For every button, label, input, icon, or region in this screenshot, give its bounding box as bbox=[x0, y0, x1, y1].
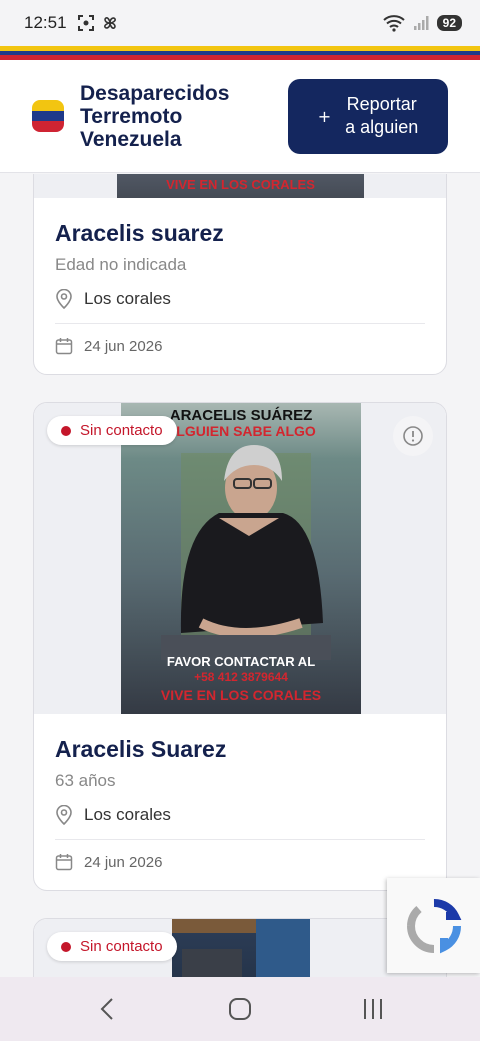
person-photo: ARACELIS SUÁREZ ALGUIEN SABE ALGO FAVOR … bbox=[121, 403, 361, 714]
pinwheel-icon bbox=[103, 17, 116, 29]
status-dot bbox=[61, 425, 71, 436]
person-date: 24 jun 2026 bbox=[55, 337, 425, 355]
date-label: 24 jun 2026 bbox=[84, 337, 163, 355]
recents-icon bbox=[364, 999, 383, 1019]
person-card[interactable]: Sin contacto bbox=[33, 918, 447, 977]
wifi-icon bbox=[382, 15, 405, 32]
status-badge: Sin contacto bbox=[47, 932, 177, 961]
poster-lives-text: VIVE EN LOS CORALES bbox=[166, 177, 315, 192]
status-badge: Sin contacto bbox=[47, 416, 177, 445]
poster-contact: FAVOR CONTACTAR AL bbox=[166, 654, 316, 669]
home-button[interactable] bbox=[210, 987, 270, 1031]
system-nav-bar bbox=[0, 977, 480, 1041]
person-photo bbox=[172, 919, 310, 977]
person-location: Los corales bbox=[55, 289, 425, 324]
report-someone-button[interactable]: + Reportar a alguien bbox=[288, 78, 448, 154]
status-dot bbox=[61, 941, 71, 952]
recaptcha-icon bbox=[406, 898, 461, 953]
poster-lives-text: VIVE EN LOS CORALES bbox=[160, 687, 322, 703]
recaptcha-badge[interactable] bbox=[387, 878, 480, 973]
alert-circle-icon bbox=[403, 426, 423, 446]
venezuela-flag-icon bbox=[32, 100, 64, 132]
calendar-icon bbox=[55, 338, 73, 355]
back-icon bbox=[100, 998, 113, 1020]
poster-phone: +58 412 3879644 bbox=[194, 670, 288, 684]
person-date: 24 jun 2026 bbox=[55, 853, 425, 871]
status-badge-label: Sin contacto bbox=[80, 938, 163, 955]
person-photo: VIVE EN LOS CORALES bbox=[117, 174, 364, 198]
date-label: 24 jun 2026 bbox=[84, 853, 163, 871]
battery-icon: 92 bbox=[436, 15, 462, 31]
person-name: Aracelis Suarez bbox=[55, 736, 227, 762]
recents-button[interactable] bbox=[343, 987, 403, 1031]
person-name: Aracelis suarez bbox=[55, 220, 224, 246]
back-button[interactable] bbox=[77, 987, 137, 1031]
plus-icon: + bbox=[317, 106, 332, 126]
person-age: 63 años bbox=[55, 771, 116, 790]
home-icon bbox=[228, 998, 251, 1020]
status-bar: 12:51 92 bbox=[0, 0, 480, 46]
person-card[interactable]: VIVE EN LOS CORALES Aracelis suarez Edad… bbox=[33, 174, 447, 375]
location-label: Los corales bbox=[84, 289, 171, 308]
report-button-label: Reportar a alguien bbox=[345, 94, 419, 137]
signal-icon bbox=[413, 16, 429, 30]
app-title: Desaparecidos Terremoto Venezuela bbox=[80, 81, 230, 151]
person-age: Edad no indicada bbox=[55, 255, 187, 274]
location-pin-icon bbox=[56, 805, 72, 825]
flag-strip bbox=[0, 46, 480, 60]
person-card[interactable]: ARACELIS SUÁREZ ALGUIEN SABE ALGO FAVOR … bbox=[33, 402, 447, 891]
location-pin-icon bbox=[56, 289, 72, 309]
location-label: Los corales bbox=[84, 805, 171, 824]
screenshot-icon bbox=[77, 15, 94, 31]
report-info-button[interactable] bbox=[393, 416, 433, 456]
status-badge-label: Sin contacto bbox=[80, 422, 163, 439]
person-location: Los corales bbox=[55, 805, 425, 840]
calendar-icon bbox=[55, 854, 73, 871]
status-time: 12:51 bbox=[24, 13, 67, 32]
missing-persons-list[interactable]: VIVE EN LOS CORALES Aracelis suarez Edad… bbox=[0, 174, 480, 977]
app-header: Desaparecidos Terremoto Venezuela + Repo… bbox=[0, 60, 480, 173]
